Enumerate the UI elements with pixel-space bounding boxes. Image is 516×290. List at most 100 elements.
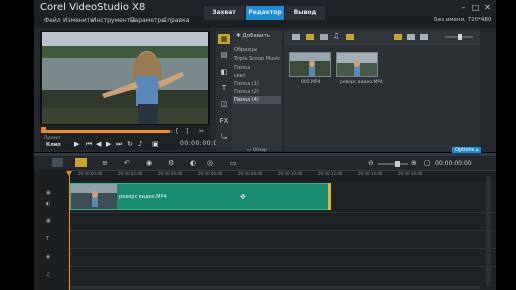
ruler-tick: 00:00:16:00 <box>398 171 423 176</box>
ruler-tick: 00:00:10:00 <box>278 171 303 176</box>
folder-item[interactable]: Папка (2) <box>234 89 259 95</box>
prev-frame-icon[interactable]: ◀ <box>96 140 101 148</box>
path-icon[interactable]: ⤿ <box>218 132 230 142</box>
volume-icon[interactable]: ♪ <box>138 140 142 148</box>
track-headers <box>34 170 68 290</box>
mark-out-icon[interactable]: ] <box>186 128 188 135</box>
play-icon[interactable]: ▶ <box>74 140 79 148</box>
transition-icon[interactable]: ◧ <box>218 67 230 77</box>
tab-share[interactable]: Вывод <box>285 6 325 20</box>
split-icon[interactable]: ✂ <box>199 128 204 135</box>
video-track-icon[interactable]: ▣ <box>46 190 51 196</box>
folder-item[interactable]: свет <box>234 73 246 79</box>
move-cursor-icon: ✥ <box>240 193 246 201</box>
ruler-tick: 00:00:00:00 <box>78 171 103 176</box>
graphic-icon[interactable]: ◫ <box>218 99 230 109</box>
next-frame-icon[interactable]: ▶ <box>106 140 111 148</box>
title-icon[interactable]: T <box>218 83 230 93</box>
scrub-progress <box>43 130 171 133</box>
add-folder-label: Добавить <box>242 33 271 39</box>
folder-item[interactable]: Папка (1) <box>234 81 259 87</box>
zoom-out-icon[interactable]: ⊖ <box>368 159 374 167</box>
filter-icon[interactable]: FX <box>218 116 230 126</box>
media-thumbnail[interactable] <box>289 52 331 77</box>
end-icon[interactable]: ⏭ <box>116 140 122 149</box>
mark-in-icon[interactable]: [ <box>176 128 178 135</box>
ruler-tick: 00:00:12:00 <box>318 171 343 176</box>
tab-capture[interactable]: Захват <box>204 6 244 20</box>
close-button[interactable]: ✕ <box>482 3 493 12</box>
track-divider <box>68 230 496 231</box>
zoom-slider-knob[interactable] <box>395 161 400 167</box>
ruler-tick: 00:00:02:00 <box>118 171 143 176</box>
maximize-button[interactable]: □ <box>470 3 481 12</box>
app-title: Corel VideoStudio X8 <box>40 2 146 13</box>
instant-project-icon[interactable]: ▤ <box>218 50 230 60</box>
menu-settings[interactable]: Параметры <box>130 17 166 24</box>
media-thumbnail[interactable] <box>336 52 378 77</box>
overlay-track-icon[interactable]: ▣ <box>46 218 51 224</box>
media-name: реверс видео.MP4 <box>340 80 383 85</box>
track-divider <box>68 212 496 213</box>
sort-by-icon[interactable] <box>420 34 428 40</box>
folder-item-active[interactable]: Папка (4) <box>234 97 259 103</box>
ruler-tick: 00:00:04:00 <box>158 171 183 176</box>
voice-track-icon[interactable]: ◉ <box>46 254 50 260</box>
library-content <box>284 31 480 151</box>
menu-tools[interactable]: Инструменты <box>92 17 135 24</box>
zoom-slider[interactable] <box>378 163 408 165</box>
title-track-icon[interactable]: T <box>46 236 49 242</box>
clip-name: реверс видео.MP4 <box>119 194 167 200</box>
ruler-tick: 00:00:14:00 <box>358 171 383 176</box>
menu-help[interactable]: Справка <box>163 17 189 24</box>
video-frame <box>42 32 208 124</box>
repeat-icon[interactable]: ↻ <box>127 140 133 148</box>
zoom-in-icon[interactable]: ⊕ <box>411 159 417 167</box>
track-visibility-icon[interactable]: ◐ <box>46 201 50 207</box>
clip-thumbnail <box>71 184 117 209</box>
list-view-icon[interactable] <box>394 34 402 40</box>
photo-filter-icon[interactable] <box>320 34 328 40</box>
folder-item[interactable]: Образцы <box>234 47 257 53</box>
fit-project-icon[interactable]: ▢ <box>424 159 431 167</box>
track-manager-icon[interactable]: ≡ <box>102 159 108 167</box>
media-icon[interactable]: ▦ <box>218 34 230 44</box>
scrub-handle[interactable] <box>41 127 46 133</box>
clip-mode-label[interactable]: Клип <box>46 142 61 148</box>
motion-icon[interactable]: ◎ <box>207 159 213 167</box>
smart-proxy-icon[interactable]: ⚙ <box>168 159 174 167</box>
media-name: 005.MP4 <box>301 80 321 85</box>
subtitle-icon[interactable]: ▭ <box>230 159 237 167</box>
thumbnail-view-icon[interactable] <box>407 34 415 40</box>
project-mode-label[interactable]: Проект <box>44 136 61 141</box>
timeline-view-icon[interactable] <box>75 158 87 167</box>
clip-trim-handle[interactable] <box>328 183 331 210</box>
tab-edit[interactable]: Редактор <box>246 6 284 20</box>
open-folder-icon[interactable] <box>292 34 300 40</box>
ruler-tick: 00:00:06:00 <box>198 171 223 176</box>
resize-icon[interactable]: ▣ <box>152 140 159 148</box>
vertical-scrollbar[interactable] <box>486 176 491 286</box>
playhead[interactable] <box>69 172 70 290</box>
project-info: Без имени, 720*480 <box>434 17 492 23</box>
track-divider <box>68 248 496 249</box>
folder-item[interactable]: Triple Scoop Music <box>234 56 280 62</box>
mix-icon[interactable]: ◐ <box>190 159 196 167</box>
menu-file[interactable]: Файл <box>44 17 61 24</box>
track-divider <box>68 266 496 267</box>
minimize-button[interactable]: – <box>458 3 469 12</box>
home-icon[interactable]: ⏮ <box>86 140 92 149</box>
folder-item[interactable]: Папка <box>234 65 250 71</box>
menu-edit[interactable]: Изменить <box>63 17 94 24</box>
record-icon[interactable]: ◉ <box>146 159 152 167</box>
ruler-tick: 00:00:08:00 <box>238 171 263 176</box>
undo-icon[interactable]: ↶ <box>124 159 130 167</box>
sort-icon[interactable] <box>346 34 354 40</box>
add-folder-button[interactable]: ✚ Добавить <box>236 33 270 39</box>
music-track-icon[interactable]: ♫ <box>46 272 50 278</box>
thumbnail-size-knob[interactable] <box>458 34 462 40</box>
audio-filter-icon[interactable]: ♫ <box>333 32 339 40</box>
video-filter-icon[interactable] <box>306 34 314 40</box>
horizontal-scrollbar[interactable] <box>70 286 480 289</box>
storyboard-view-icon[interactable] <box>52 158 63 167</box>
